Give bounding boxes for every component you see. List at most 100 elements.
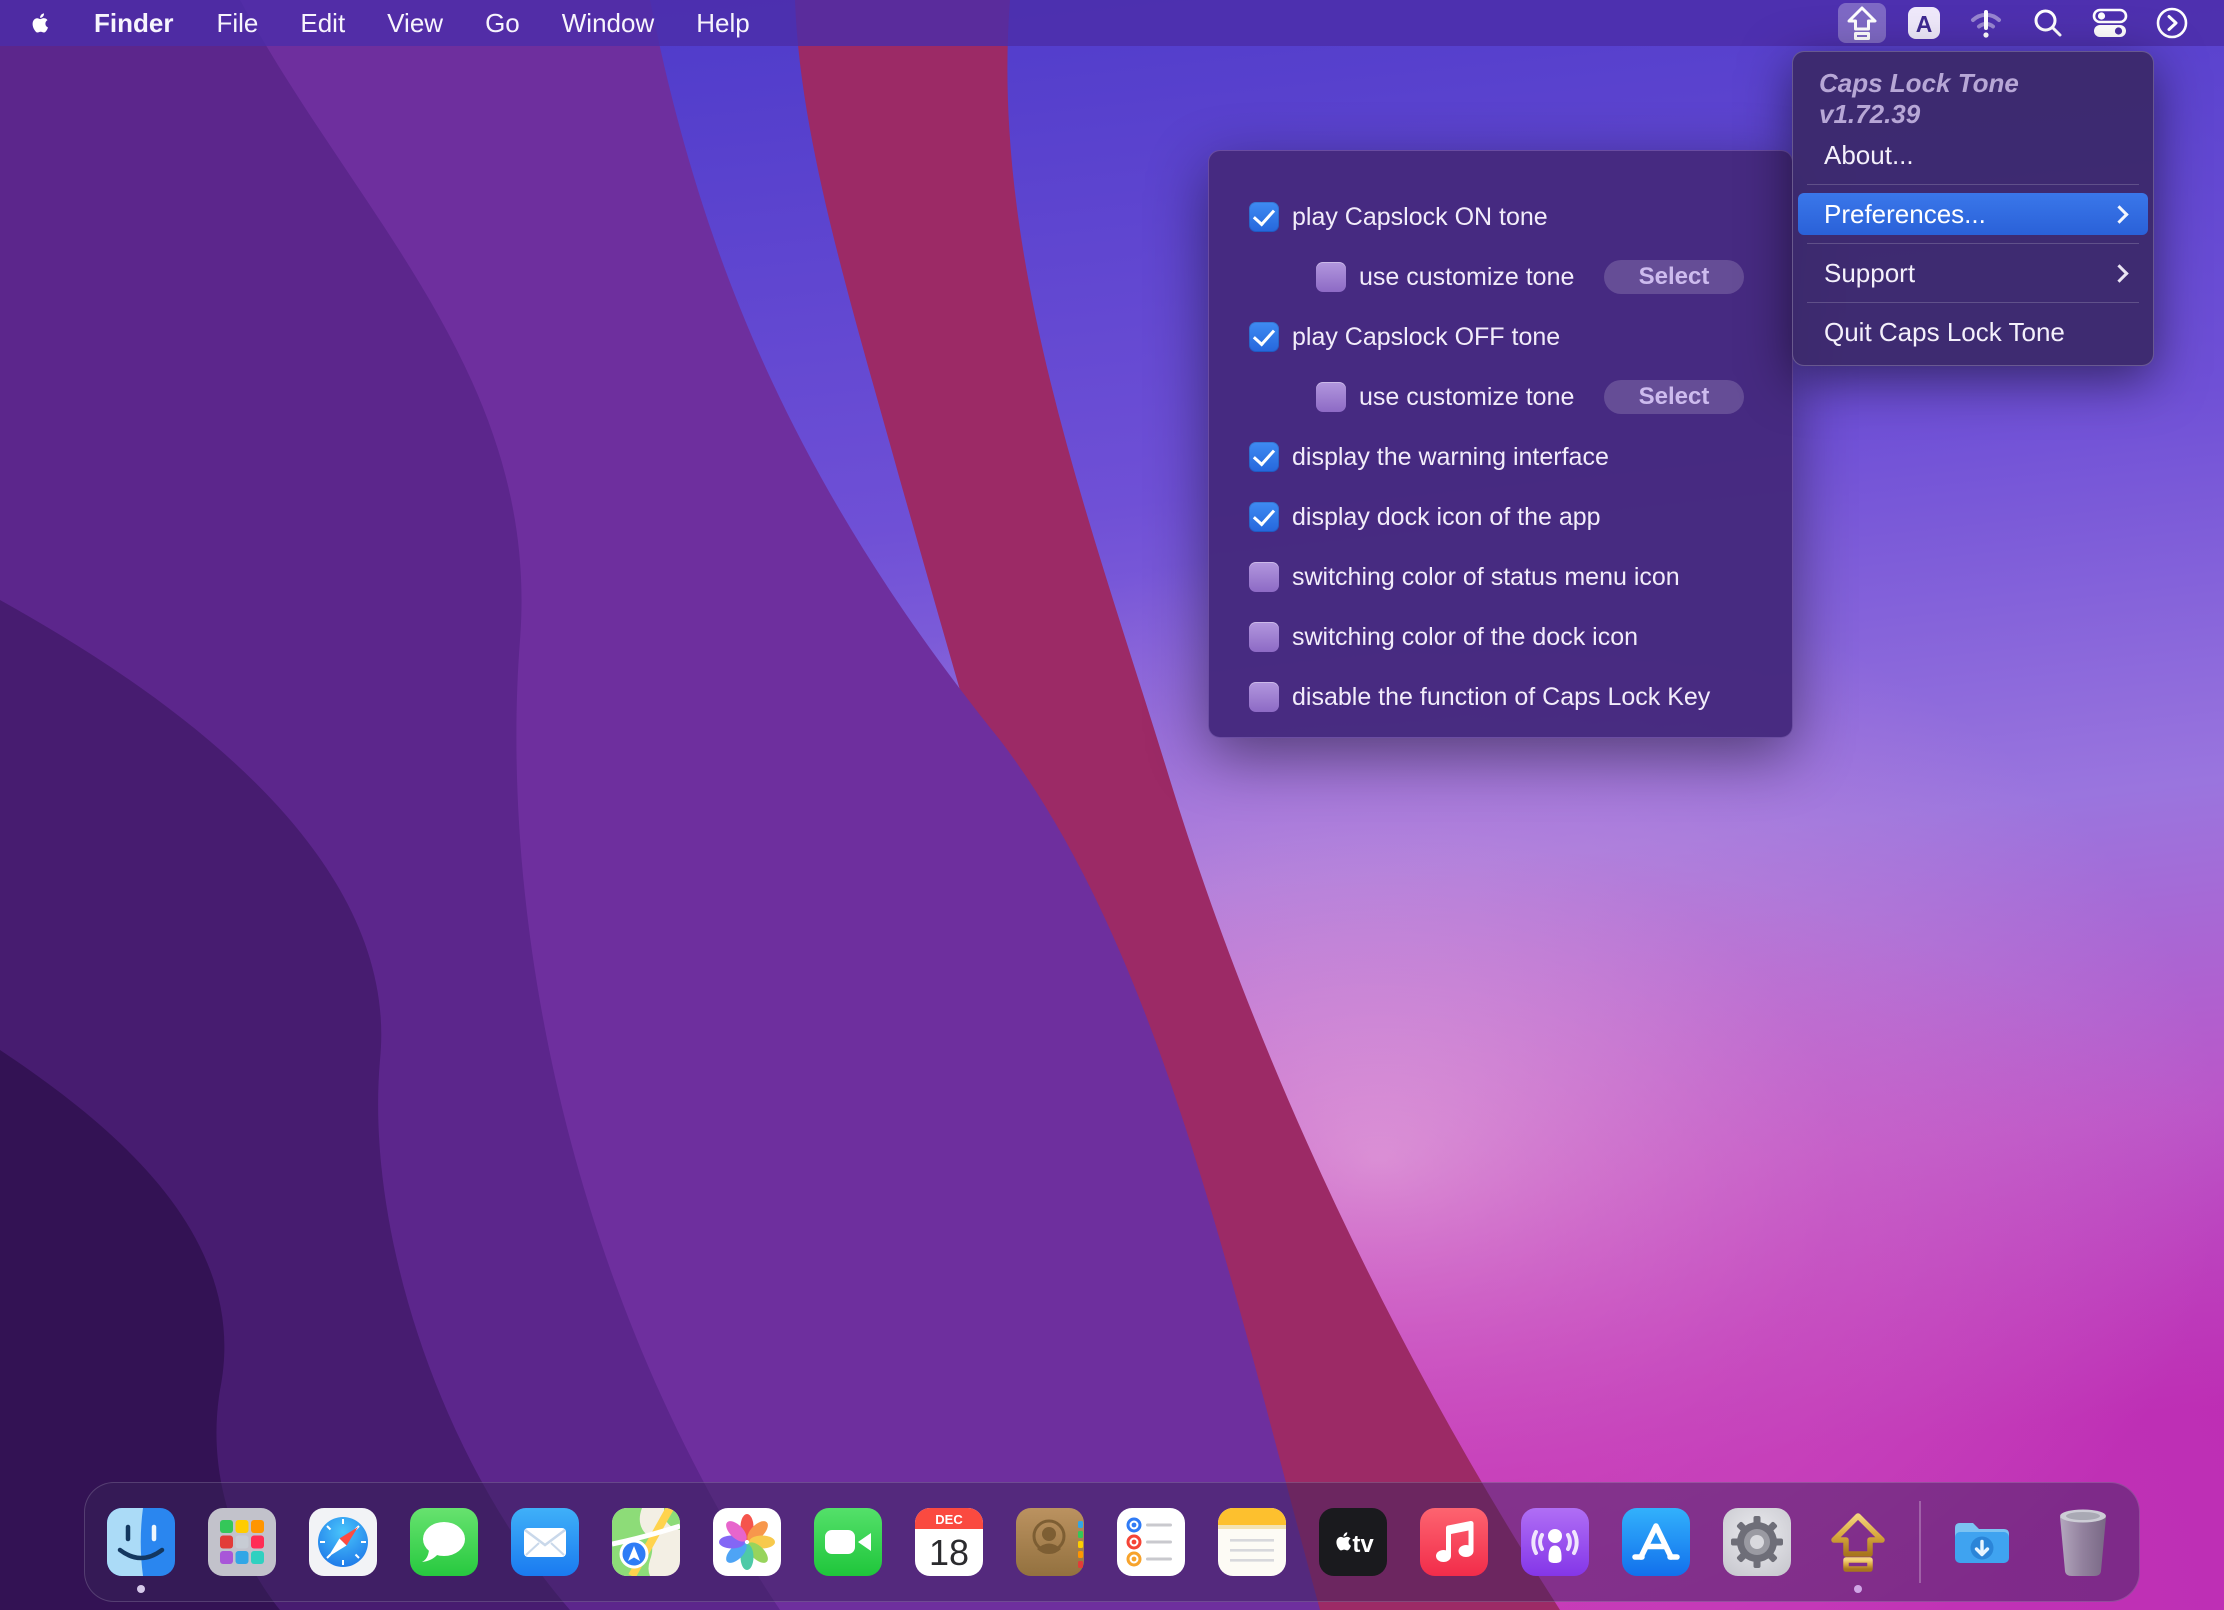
dock-item-reminders[interactable]: [1117, 1508, 1185, 1576]
menu-item-about[interactable]: About...: [1798, 134, 2148, 176]
dock-item-safari[interactable]: [309, 1508, 377, 1576]
apple-tv-icon: tv: [1319, 1508, 1387, 1576]
menu-bar-left: Finder File Edit View Go Window Help: [0, 0, 771, 46]
select-off-tone-button[interactable]: Select: [1604, 380, 1744, 414]
menu-separator: [1807, 184, 2139, 185]
dock-item-contacts[interactable]: [1016, 1508, 1084, 1576]
dock-item-downloads[interactable]: [1948, 1508, 2016, 1576]
menu-separator: [1807, 302, 2139, 303]
status-bar: A: [1838, 0, 2224, 46]
pref-row-customize-on: use customize tone Select: [1316, 259, 1744, 295]
pref-row-disable-capslock: disable the function of Caps Lock Key: [1249, 679, 1744, 715]
menu-view[interactable]: View: [366, 0, 464, 46]
menu-item-preferences[interactable]: Preferences...: [1798, 193, 2148, 235]
system-preferences-icon: [1723, 1508, 1791, 1576]
pref-label: switching color of status menu icon: [1292, 563, 1680, 592]
menu-item-support-label: Support: [1824, 258, 1915, 289]
pref-row-play-on-tone: play Capslock ON tone: [1249, 199, 1744, 235]
dock-item-launchpad[interactable]: [208, 1508, 276, 1576]
caps-lock-icon: [1845, 5, 1879, 41]
control-center-status-item[interactable]: [2086, 3, 2134, 43]
checkbox-customize-off[interactable]: [1316, 382, 1346, 412]
checkbox-play-on-tone[interactable]: [1249, 202, 1279, 232]
dock-item-messages[interactable]: [410, 1508, 478, 1576]
pref-row-status-menu-color: switching color of status menu icon: [1249, 559, 1744, 595]
pref-label: use customize tone: [1359, 263, 1574, 292]
menu-finder[interactable]: Finder: [72, 0, 195, 46]
svg-text:18: 18: [929, 1532, 969, 1573]
running-indicator: [1854, 1585, 1862, 1593]
checkbox-dock-icon-color[interactable]: [1249, 622, 1279, 652]
dock-item-system-preferences[interactable]: [1723, 1508, 1791, 1576]
input-source-icon: A: [1906, 5, 1942, 41]
calendar-icon: DEC 18: [915, 1508, 983, 1576]
pref-label: switching color of the dock icon: [1292, 623, 1638, 652]
downloads-folder-icon: [1948, 1508, 2016, 1576]
dock-item-calendar[interactable]: DEC 18: [915, 1508, 983, 1576]
menu-separator: [1807, 243, 2139, 244]
checkbox-dock-icon[interactable]: [1249, 502, 1279, 532]
notes-icon: [1218, 1508, 1286, 1576]
dock-item-facetime[interactable]: [814, 1508, 882, 1576]
wifi-alert-icon: [1966, 6, 2006, 40]
menu-file[interactable]: File: [195, 0, 279, 46]
pref-row-play-off-tone: play Capslock OFF tone: [1249, 319, 1744, 355]
menu-item-preferences-label: Preferences...: [1824, 199, 1986, 230]
reminders-icon: [1117, 1508, 1185, 1576]
finder-icon: [107, 1508, 175, 1576]
menu-title: Caps Lock Tone v1.72.39: [1793, 62, 2153, 134]
chevron-right-icon: [2110, 264, 2128, 282]
dock-separator: [1919, 1501, 1921, 1583]
caps-lock-tone-app-icon: [1824, 1508, 1892, 1576]
dock-item-trash[interactable]: [2049, 1508, 2117, 1576]
launchpad-icon: [208, 1508, 276, 1576]
caps-lock-tone-menu: Caps Lock Tone v1.72.39 About... Prefere…: [1792, 51, 2154, 366]
pref-row-warning-interface: display the warning interface: [1249, 439, 1744, 475]
pref-row-customize-off: use customize tone Select: [1316, 379, 1744, 415]
svg-text:tv: tv: [1352, 1531, 1374, 1558]
dock-item-music[interactable]: [1420, 1508, 1488, 1576]
running-indicator: [137, 1585, 145, 1593]
input-source-status-item[interactable]: A: [1900, 3, 1948, 43]
pref-label: disable the function of Caps Lock Key: [1292, 683, 1710, 712]
menu-item-support[interactable]: Support: [1798, 252, 2148, 294]
dock-item-notes[interactable]: [1218, 1508, 1286, 1576]
checkbox-customize-on[interactable]: [1316, 262, 1346, 292]
dock-item-photos[interactable]: [713, 1508, 781, 1576]
checkbox-play-off-tone[interactable]: [1249, 322, 1279, 352]
photos-icon: [713, 1508, 781, 1576]
dock-item-maps[interactable]: [612, 1508, 680, 1576]
pref-label: display the warning interface: [1292, 443, 1609, 472]
svg-text:DEC: DEC: [935, 1512, 963, 1527]
dock-item-finder[interactable]: [107, 1508, 175, 1576]
dock-item-podcasts[interactable]: [1521, 1508, 1589, 1576]
apple-logo-icon: [29, 9, 53, 37]
checkbox-status-menu-color[interactable]: [1249, 562, 1279, 592]
wifi-status-item[interactable]: [1962, 3, 2010, 43]
checkbox-warning-interface[interactable]: [1249, 442, 1279, 472]
menu-bar: Finder File Edit View Go Window Help A: [0, 0, 2224, 46]
menu-item-quit[interactable]: Quit Caps Lock Tone: [1798, 311, 2148, 353]
messages-icon: [410, 1508, 478, 1576]
menu-window[interactable]: Window: [541, 0, 675, 46]
circle-chevron-status-item[interactable]: [2148, 3, 2196, 43]
apple-menu[interactable]: [26, 9, 56, 37]
menu-help[interactable]: Help: [675, 0, 770, 46]
pref-row-dock-icon: display dock icon of the app: [1249, 499, 1744, 535]
mail-icon: [511, 1508, 579, 1576]
dock-item-app-store[interactable]: [1622, 1508, 1690, 1576]
menu-go[interactable]: Go: [464, 0, 541, 46]
checkbox-disable-capslock[interactable]: [1249, 682, 1279, 712]
pref-label: display dock icon of the app: [1292, 503, 1601, 532]
dock-item-apple-tv[interactable]: tv: [1319, 1508, 1387, 1576]
dock-item-caps-lock-tone[interactable]: [1824, 1508, 1892, 1576]
spotlight-status-item[interactable]: [2024, 3, 2072, 43]
menu-edit[interactable]: Edit: [279, 0, 366, 46]
preferences-panel: play Capslock ON tone use customize tone…: [1208, 150, 1793, 738]
macos-desktop: { "menu_bar": { "items": ["Finder", "Fil…: [0, 0, 2224, 1610]
circle-chevron-icon: [2154, 5, 2190, 41]
select-on-tone-button[interactable]: Select: [1604, 260, 1744, 294]
safari-icon: [309, 1508, 377, 1576]
caps-lock-tone-status-item[interactable]: [1838, 3, 1886, 43]
dock-item-mail[interactable]: [511, 1508, 579, 1576]
